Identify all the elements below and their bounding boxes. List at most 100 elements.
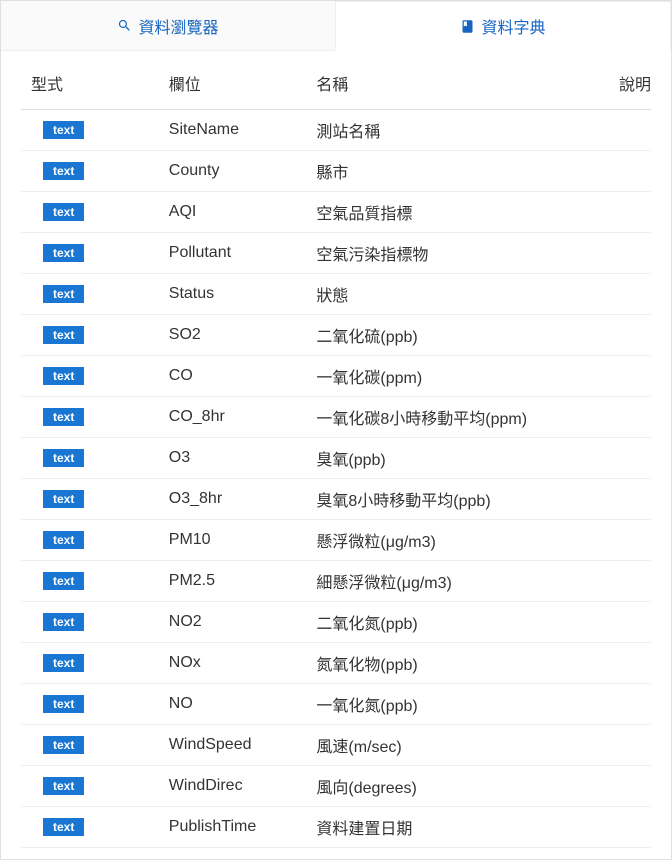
cell-type: text: [21, 449, 169, 467]
tab-bar: 資料瀏覽器 資料字典: [1, 1, 671, 51]
type-badge: text: [43, 777, 84, 795]
cell-name: 細懸浮微粒(μg/m3): [316, 569, 601, 593]
cell-name: 氮氧化物(ppb): [316, 651, 601, 675]
header-type: 型式: [21, 71, 169, 95]
table-row: textWindSpeed風速(m/sec): [21, 725, 651, 766]
cell-field: Status: [169, 285, 317, 303]
cell-name: 空氣污染指標物: [316, 241, 601, 265]
book-icon: [460, 19, 475, 34]
table-body: textSiteName測站名稱textCounty縣市textAQI空氣品質指…: [21, 110, 651, 859]
type-badge: text: [43, 326, 84, 344]
cell-field: PM10: [169, 531, 317, 549]
cell-field: WindSpeed: [169, 736, 317, 754]
header-name: 名稱: [316, 71, 601, 95]
header-field: 欄位: [169, 71, 317, 95]
tab-label: 資料字典: [481, 14, 545, 38]
cell-name: 風向(degrees): [316, 774, 601, 798]
table-row: text NOx氮氧化物(ppb): [21, 643, 651, 684]
type-badge: text: [43, 449, 84, 467]
cell-field: County: [169, 162, 317, 180]
cell-field: NO: [169, 695, 317, 713]
type-badge: text: [43, 531, 84, 549]
tab-data-dictionary[interactable]: 資料字典: [335, 1, 671, 51]
type-badge: text: [43, 121, 84, 139]
type-badge: text: [43, 285, 84, 303]
cell-name: 空氣品質指標: [316, 200, 601, 224]
cell-type: text: [21, 203, 169, 221]
type-badge: text: [43, 367, 84, 385]
cell-name: 一氧化碳(ppm): [316, 364, 601, 388]
type-badge: text: [43, 654, 84, 672]
cell-name: 風速(m/sec): [316, 733, 601, 757]
table-row: textCounty縣市: [21, 151, 651, 192]
cell-name: 臭氧(ppb): [316, 446, 601, 470]
table-row: text NO一氧化氮(ppb): [21, 684, 651, 725]
cell-field: NO2: [169, 613, 317, 631]
type-badge: text: [43, 613, 84, 631]
search-icon: [117, 18, 132, 33]
content-area: 型式 欄位 名稱 說明 textSiteName測站名稱textCounty縣市…: [1, 51, 671, 859]
cell-type: text: [21, 818, 169, 836]
table-row: text CO_8hr一氧化碳8小時移動平均(ppm): [21, 397, 651, 438]
cell-type: text: [21, 490, 169, 508]
cell-field: WindDirec: [169, 777, 317, 795]
type-badge: text: [43, 572, 84, 590]
table-row: text PM2.5細懸浮微粒(μg/m3): [21, 561, 651, 602]
table-row: textPollutant空氣污染指標物: [21, 233, 651, 274]
cell-name: 資料建置日期: [316, 815, 601, 839]
cell-type: text: [21, 244, 169, 262]
cell-name: 懸浮微粒(μg/m3): [316, 528, 601, 552]
table-row: textPublishTime資料建置日期: [21, 807, 651, 848]
cell-name: 二氧化氮(ppb): [316, 610, 601, 634]
type-badge: text: [43, 490, 84, 508]
cell-type: text: [21, 326, 169, 344]
cell-type: text: [21, 654, 169, 672]
cell-field: NOx: [169, 654, 317, 672]
tab-label: 資料瀏覽器: [138, 14, 218, 38]
type-badge: text: [43, 408, 84, 426]
cell-name: 二氧化硫(ppb): [316, 323, 601, 347]
main-panel: 資料瀏覽器 資料字典 型式 欄位 名稱 說明 textSiteName測站名稱t…: [0, 0, 672, 860]
table-row: textPM2.5_AVG細懸浮微粒移動平均值(μg/m3): [21, 848, 651, 859]
cell-type: text: [21, 162, 169, 180]
cell-type: text: [21, 777, 169, 795]
cell-type: text: [21, 121, 169, 139]
cell-name: 細懸浮微粒移動平均值(μg/m3): [316, 856, 601, 859]
cell-field: PM2.5: [169, 572, 317, 590]
cell-name: 狀態: [316, 282, 601, 306]
type-badge: text: [43, 695, 84, 713]
cell-field: Pollutant: [169, 244, 317, 262]
cell-name: 一氧化碳8小時移動平均(ppm): [316, 405, 601, 429]
table-row: text CO一氧化碳(ppm): [21, 356, 651, 397]
table-row: text O3臭氧(ppb): [21, 438, 651, 479]
table-row: textO3_8hr臭氧8小時移動平均(ppb): [21, 479, 651, 520]
cell-field: CO: [169, 367, 317, 385]
header-desc: 說明: [602, 71, 651, 95]
cell-type: text: [21, 695, 169, 713]
cell-name: 一氧化氮(ppb): [316, 692, 601, 716]
cell-field: PublishTime: [169, 818, 317, 836]
cell-field: O3: [169, 449, 317, 467]
cell-type: text: [21, 613, 169, 631]
tab-data-browser[interactable]: 資料瀏覽器: [1, 1, 335, 50]
table-row: text PM10懸浮微粒(μg/m3): [21, 520, 651, 561]
table-row: text WindDirec風向(degrees): [21, 766, 651, 807]
table-row: text Status狀態: [21, 274, 651, 315]
table-row: text NO2二氧化氮(ppb): [21, 602, 651, 643]
cell-field: SiteName: [169, 121, 317, 139]
cell-type: text: [21, 285, 169, 303]
cell-field: CO_8hr: [169, 408, 317, 426]
table-row: text SiteName測站名稱: [21, 110, 651, 151]
type-badge: text: [43, 203, 84, 221]
table-row: text AQI空氣品質指標: [21, 192, 651, 233]
cell-name: 縣市: [316, 159, 601, 183]
cell-type: text: [21, 367, 169, 385]
table-header-row: 型式 欄位 名稱 說明: [21, 51, 651, 110]
cell-name: 測站名稱: [316, 118, 601, 142]
cell-field: AQI: [169, 203, 317, 221]
cell-type: text: [21, 572, 169, 590]
cell-type: text: [21, 736, 169, 754]
cell-name: 臭氧8小時移動平均(ppb): [316, 487, 601, 511]
cell-type: text: [21, 531, 169, 549]
cell-type: text: [21, 408, 169, 426]
